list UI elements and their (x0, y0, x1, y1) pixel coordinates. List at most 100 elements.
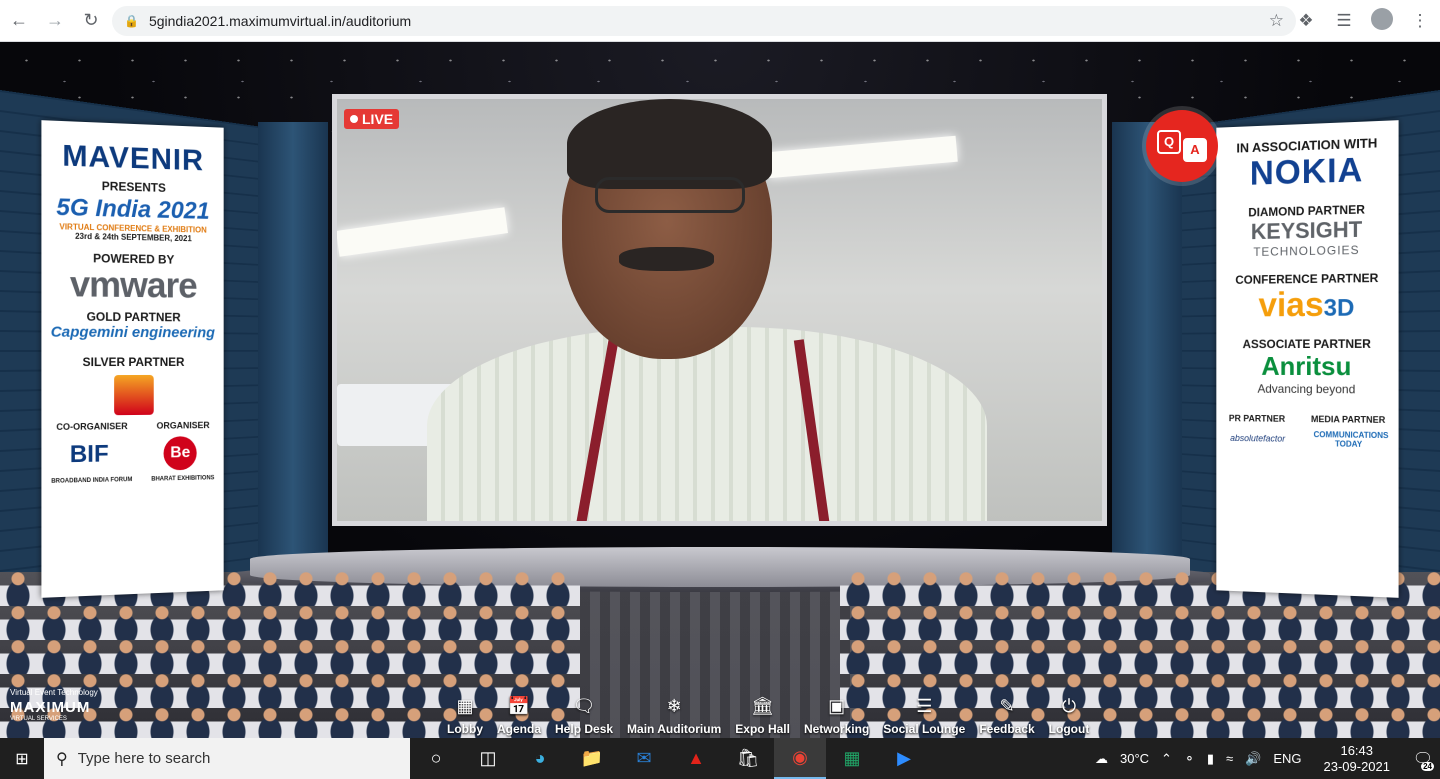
zoom-icon[interactable]: ▶ (878, 738, 930, 779)
search-icon: ⚲ (56, 749, 68, 769)
meet-icon[interactable]: ⚬ (1184, 751, 1195, 767)
event-tech-label: Virtual Event Technology (10, 688, 98, 697)
maximum-label: MAXIMUM (10, 699, 98, 716)
maximum-virtual-logo: Virtual Event Technology MAXIMUM VIRTUAL… (10, 688, 98, 722)
qa-icon: QA (1157, 130, 1207, 162)
conference-partner-label: CONFERENCE PARTNER (1216, 271, 1398, 288)
nav-label: Logout (1049, 722, 1090, 736)
nav-label: Feedback (979, 722, 1034, 736)
virtual-services-label: VIRTUAL SERVICES (10, 716, 98, 722)
system-tray: ☁ 30°C ⌃ ⚬ ▮ ≈ 🔊 ENG 16:43 23-09-2021 🗨 2… (1089, 738, 1440, 779)
profile-avatar-icon[interactable] (1370, 8, 1394, 35)
media-queue-icon[interactable]: ☰ (1332, 11, 1356, 31)
language-indicator[interactable]: ENG (1273, 751, 1301, 766)
nav-lobby[interactable]: ▦ Lobby (440, 680, 490, 736)
ceiling-light (336, 207, 508, 256)
nav-feedback[interactable]: ✎ Feedback (972, 680, 1041, 736)
weather-cloud-icon[interactable]: ☁ (1095, 751, 1108, 767)
windows-taskbar: ⊞ ⚲ Type here to search ○ ◫ ◕ 📁 ✉ ▲ 🛍 ◉ … (0, 738, 1440, 779)
volume-icon[interactable]: 🔊 (1245, 751, 1261, 767)
right-pillar (1112, 122, 1182, 592)
battery-icon[interactable]: ▮ (1207, 751, 1214, 767)
notification-count: 24 (1421, 762, 1434, 771)
auditorium-scene: MAVENIR PRESENTS 5G India 2021 VIRTUAL C… (0, 42, 1440, 738)
associate-partner-label: ASSOCIATE PARTNER (1216, 337, 1398, 351)
nav-label: Networking (804, 722, 869, 736)
building-icon: 🏛 (751, 694, 774, 718)
lock-icon: 🔒 (124, 14, 139, 28)
event-title: 5G India 2021 (41, 193, 223, 226)
acrobat-icon[interactable]: ▲ (670, 738, 722, 779)
media-partner-label: MEDIA PARTNER (1311, 414, 1385, 425)
weather-temperature[interactable]: 30°C (1120, 751, 1149, 766)
clock-date: 23-09-2021 (1324, 759, 1391, 775)
sponsor-banner-right: IN ASSOCIATION WITH NOKIA DIAMOND PARTNE… (1216, 120, 1398, 598)
nav-expo-hall[interactable]: 🏛 Expo Hall (728, 680, 797, 736)
cortana-circle-icon[interactable]: ○ (410, 738, 462, 779)
nav-label: Help Desk (555, 722, 613, 736)
nav-help-desk[interactable]: 🗨 Help Desk (548, 680, 620, 736)
event-navigation-bar: ▦ Lobby 📅 Agenda 🗨 Help Desk ❄ Main Audi… (440, 680, 1096, 736)
address-bar[interactable]: 🔒 5gindia2021.maximumvirtual.in/auditori… (112, 6, 1296, 36)
pr-partner-label: PR PARTNER (1229, 413, 1285, 424)
nav-main-auditorium[interactable]: ❄ Main Auditorium (620, 680, 728, 736)
gold-partner-label: GOLD PARTNER (41, 309, 223, 324)
chevron-up-icon[interactable]: ⌃ (1161, 751, 1172, 767)
back-arrow-icon[interactable]: ← (2, 4, 36, 38)
vias3d-logo: vias3D (1216, 285, 1398, 326)
calendar-icon: 📅 (508, 694, 530, 718)
power-icon: ⏻ (1062, 694, 1076, 718)
speaker-mustache (619, 247, 714, 271)
edge-browser-icon[interactable]: ◕ (514, 738, 566, 779)
left-pillar (258, 122, 328, 592)
kebab-menu-icon[interactable]: ⋮ (1408, 11, 1432, 31)
capgemini-logo: Capgemini engineering (41, 323, 223, 341)
bookmark-star-icon[interactable]: ☆ (1269, 11, 1284, 31)
store-icon[interactable]: 🛍 (722, 738, 774, 779)
bif-subtitle: BROADBAND INDIA FORUM (51, 477, 132, 485)
pen-icon: ✎ (999, 694, 1014, 718)
browser-toolbar: ← → ↻ 🔒 5gindia2021.maximumvirtual.in/au… (0, 0, 1440, 42)
search-placeholder: Type here to search (78, 750, 211, 767)
speaker-body (427, 327, 987, 526)
nav-networking[interactable]: ▣ Networking (797, 680, 876, 736)
windows-start-icon[interactable]: ⊞ (0, 738, 44, 779)
bif-logo: BIF (70, 440, 109, 469)
anritsu-subtitle: Advancing beyond (1216, 382, 1398, 397)
live-video-stream[interactable]: LIVE (332, 94, 1107, 526)
clock-time: 16:43 (1340, 743, 1373, 759)
grid-icon: ▦ (456, 694, 473, 718)
silver-partner-label: SILVER PARTNER (41, 355, 223, 369)
card-icon: ▣ (828, 694, 845, 718)
speaker-hair (567, 99, 772, 189)
extensions-puzzle-icon[interactable]: ❖ (1294, 11, 1318, 31)
notification-icon[interactable]: 🗨 24 (1406, 738, 1440, 779)
wifi-icon[interactable]: ≈ (1226, 751, 1233, 766)
qa-button[interactable]: QA (1146, 110, 1218, 182)
excel-icon[interactable]: ▦ (826, 738, 878, 779)
nav-label: Expo Hall (735, 722, 790, 736)
keysight-subtitle: TECHNOLOGIES (1216, 242, 1398, 259)
absolutefactor-logo: absolutefactor (1230, 433, 1285, 444)
speaker-glasses (595, 177, 745, 213)
anritsu-logo: Anritsu (1216, 351, 1398, 383)
nav-logout[interactable]: ⏻ Logout (1042, 680, 1097, 736)
nav-label: Main Auditorium (627, 722, 721, 736)
organiser-label: ORGANISER (157, 420, 210, 431)
forward-arrow-icon[interactable]: → (38, 4, 72, 38)
taskbar-search[interactable]: ⚲ Type here to search (44, 738, 410, 779)
be-subtitle: BHARAT EXHIBITIONS (151, 475, 214, 482)
task-view-icon[interactable]: ◫ (462, 738, 514, 779)
nav-agenda[interactable]: 📅 Agenda (490, 680, 548, 736)
vias-text: vias (1258, 286, 1323, 325)
file-explorer-icon[interactable]: 📁 (566, 738, 618, 779)
clock[interactable]: 16:43 23-09-2021 (1318, 743, 1397, 775)
sponsor-banner-left: MAVENIR PRESENTS 5G India 2021 VIRTUAL C… (41, 120, 223, 598)
be-logo: Be (164, 436, 197, 470)
chrome-icon[interactable]: ◉ (774, 738, 826, 779)
snowflake-icon: ❄ (667, 694, 682, 718)
nav-social-lounge[interactable]: ☰ Social Lounge (876, 680, 972, 736)
outlook-icon[interactable]: ✉ (618, 738, 670, 779)
reload-icon[interactable]: ↻ (74, 4, 108, 38)
live-badge: LIVE (344, 109, 399, 129)
